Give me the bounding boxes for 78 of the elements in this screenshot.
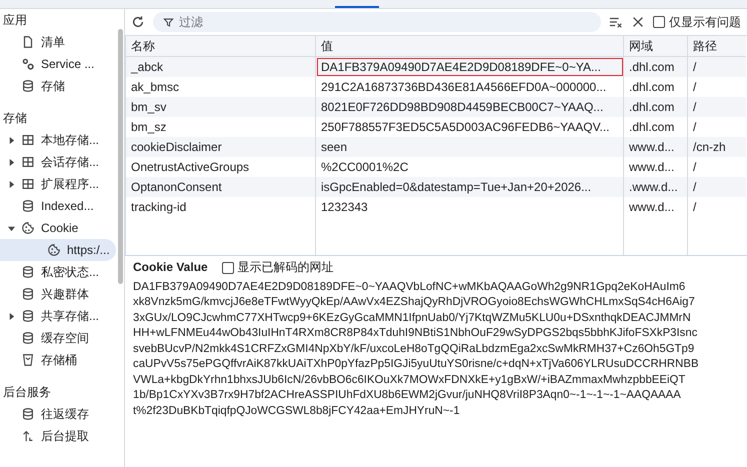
sidebar-item[interactable]: 往返缓存 [0,403,116,425]
column-header[interactable]: 值 [316,36,624,56]
caret-right-icon[interactable] [8,180,15,188]
database-icon [21,309,35,323]
sidebar-item[interactable]: 共享存储... [0,305,116,327]
sidebar-item[interactable]: 存储 [0,75,116,97]
table-cell: isGpcEnabled=0&datestamp=Tue+Jan+20+2026... [316,177,624,197]
table-icon [21,133,35,147]
cookie-icon [47,243,61,257]
document-icon [21,35,35,49]
scrollbar[interactable] [118,29,123,284]
sidebar-item[interactable]: 存储桶 [0,349,116,371]
database-icon [21,331,35,345]
sidebar-item[interactable]: Cookie [0,217,116,239]
database-icon [21,199,35,213]
sidebar-item[interactable]: 本地存储... [0,129,116,151]
caret-right-icon[interactable] [8,158,15,166]
sidebar-item[interactable]: Indexed... [0,195,116,217]
active-tab-indicator [335,6,379,8]
cookie-value-text: xk8Vnzk5mG/kmvcjJ6e8eTFwtWyyQkEp/AAwVx4EZShajQyRhDjVROGyoio8EchsWGWhCHLmxSqS4cH6Aig7 [133,295,696,310]
cookie-value-text: DA1FB379A09490D7AE4E2D9D08189DFE~0~YAAQVbLofNC+wMKbAQAAGoWh2g9NR1Gpq2eKoHAuIm6 [133,280,686,294]
table-cell: www.d... [624,137,688,157]
table-cell: / [688,97,746,117]
sidebar-item[interactable]: 扩展程序... [0,173,116,195]
table-cell: .www.d... [624,177,688,197]
close-icon[interactable] [631,15,645,29]
cookie-value-text: VWLa+kbgDkYrhn1bhxsJUb6IcN/26vbBO6c6IKOuXk7MOWxFDNXkE+y1gBxW/+iBAZmmaxMwhzpbbEEiQT [133,372,686,388]
caret-down-icon[interactable] [8,224,15,232]
arrow-up-icon [21,429,35,443]
table-cell: seen [316,137,624,157]
table-cell: cookieDisclaimer [126,137,316,157]
cookie-icon [21,221,35,235]
bucket-icon [21,353,35,367]
sidebar-item[interactable]: 后台提取 [0,425,116,447]
table-cell: / [688,56,746,77]
sidebar-item[interactable]: 私密状态... [0,261,116,283]
table-cell: /cn-zh [688,137,746,157]
section-heading: 应用 [2,12,28,29]
table-cell: 8021E0F726DD98BD908D4459BECB00C7~YAAQ... [316,97,624,117]
column-header[interactable]: 名称 [126,36,316,56]
table-cell: OptanonConsent [126,177,316,197]
table-cell: bm_sv [126,97,316,117]
sidebar-item[interactable]: 会话存储... [0,151,116,173]
refresh-icon[interactable] [131,15,145,29]
cookie-value-text: t%2f23DuBKbTqiqfpQJoWCGSWL8b8jFCY42aa+EmJHYruN~-1 [133,404,461,418]
database-icon [21,265,35,279]
decode-url-checkbox[interactable]: 显示已解码的网址 [222,260,334,276]
sidebar-item[interactable]: 兴趣群体 [0,283,116,305]
cookie-value-text: 1b/Bp1CxYXv3B7rx9H7bf2ACHreASSPIUhFdXU8b6EWM2jGvur/juNHQ8VriI8P3Aqn0~-1~-1~-1~AAQAAAA [133,388,682,403]
database-icon [21,79,35,93]
clear-filter-icon[interactable] [609,15,623,29]
cookie-value-text: 3xGUx/LO9CJcwhmC77XHTwcp9+6KEzGyGcaMMN1IfpnUab0/Yj7KtqWZMu5KLU0u+DSxnthqkDEACJMMrN [133,310,692,326]
cookie-value-text: svebBUcvP/N2mkk4S1CRFZxGMI4NpXbY/kF/uxcoLeH8oTgQQiRaLbdzmEga2xcSwMkRMH37+Cz6Oh5GTp9 [133,342,696,356]
sidebar-item[interactable]: https:/... [0,239,116,261]
cookie-value-text: HH+wLFNMEu44wOb43IuIHnT4RXm8CR8P84xTduhI9NBtiS1NbhOuF29wSyDPGS2bqs5bbhKJifoFSXkP3Isnc [133,326,698,341]
table-cell: _abck [126,56,316,77]
table-cell: / [688,177,746,197]
sidebar-item[interactable]: 清单 [0,31,116,53]
cookie-value-text: caUPvV5s75ePGQffvrAiK87kkUAiTXhP0pYfazPp5IGJi5yuUtuYS0risne/c+dqN+xTjVa606YLRUsuDCCRHRNBB [133,357,700,372]
table-cell: .dhl.com [624,97,688,117]
column-header[interactable]: 网域 [624,36,688,56]
section-heading: 后台服务 [2,384,52,401]
caret-right-icon[interactable] [8,136,15,144]
table-cell: DA1FB379A09490D7AE4E2D9D08189DFE~0~YA... [316,56,624,77]
filter-field[interactable]: 过滤 [153,12,601,32]
panel-title: Cookie Value [133,260,208,276]
table-icon [21,177,35,191]
filter-icon [163,16,174,28]
section-heading: 存储 [2,110,28,127]
database-icon [21,287,35,301]
issues-only-checkbox[interactable]: 仅显示有问题 [653,14,741,30]
table-cell: .dhl.com [624,56,688,77]
table-icon [21,155,35,169]
database-icon [21,407,35,421]
column-header[interactable]: 路径 [688,36,746,56]
sidebar-item[interactable]: 缓存空间 [0,327,116,349]
sidebar-item[interactable]: Service ... [0,53,116,75]
caret-right-icon[interactable] [8,312,15,320]
